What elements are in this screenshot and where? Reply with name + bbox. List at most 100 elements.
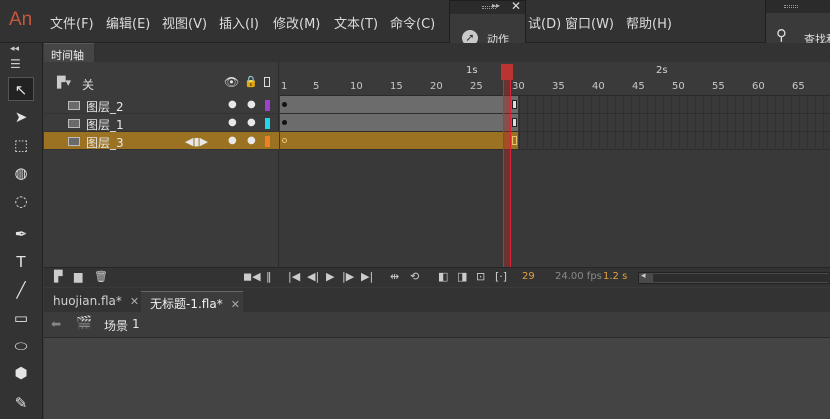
current-frame[interactable]: 29 xyxy=(522,271,535,282)
new-folder-icon[interactable]: ▆ xyxy=(74,270,82,283)
selection-tool-icon[interactable]: ↖ xyxy=(8,77,34,101)
panel-menu-icon[interactable]: ☰ xyxy=(10,57,21,71)
frame-span[interactable] xyxy=(280,132,518,149)
layer-row[interactable]: 图层_1 ● ● xyxy=(44,114,279,132)
lasso-tool-icon[interactable]: ◌ xyxy=(8,189,34,213)
visible-dot[interactable]: ● xyxy=(228,135,237,146)
loop-icon[interactable]: ⟲ xyxy=(410,270,419,283)
keyframe[interactable] xyxy=(282,120,287,125)
new-layer-icon[interactable]: ▛ xyxy=(54,270,62,283)
menu-window[interactable]: 窗口(W) xyxy=(565,13,614,32)
close-tab-icon[interactable]: ✕ xyxy=(130,295,139,308)
onion-outline-icon[interactable]: ◨ xyxy=(457,270,467,283)
layer-name[interactable]: 图层_2 xyxy=(86,98,124,115)
frame-grid[interactable]: 1s 2s 1 5 10 15 20 25 30 35 40 45 50 55 … xyxy=(280,62,830,267)
elapsed-time[interactable]: 1.2 s xyxy=(603,271,627,282)
document-tab-label[interactable]: 无标题-1.fla* xyxy=(150,297,223,311)
menu-commands[interactable]: 命令(C) xyxy=(390,13,435,32)
layer-color-swatch[interactable] xyxy=(265,118,270,129)
frame-row[interactable] xyxy=(280,96,830,114)
visible-dot[interactable]: ● xyxy=(228,99,237,110)
timeline-scrollbar[interactable]: ◂ xyxy=(638,271,830,284)
onion-markers-icon[interactable]: [·] xyxy=(495,270,507,283)
close-tab-icon[interactable]: ✕ xyxy=(231,298,240,311)
menu-view[interactable]: 视图(V) xyxy=(162,13,207,32)
frame-span[interactable] xyxy=(280,114,518,131)
frame-ruler[interactable]: 1s 2s 1 5 10 15 20 25 30 35 40 45 50 55 … xyxy=(280,62,830,96)
free-transform-tool-icon[interactable]: ⬚ xyxy=(8,133,34,157)
visible-dot[interactable]: ● xyxy=(228,117,237,128)
onion-skin-icon[interactable]: ◧ xyxy=(438,270,448,283)
center-frame-icon[interactable]: ⇹ xyxy=(390,270,399,283)
end-frame[interactable] xyxy=(512,100,517,109)
step-forward-icon[interactable]: |▶ xyxy=(342,270,354,283)
frame-row[interactable] xyxy=(280,114,830,132)
end-frame[interactable] xyxy=(512,118,517,127)
delete-icon[interactable]: 🗑 xyxy=(94,270,108,283)
scene-label[interactable]: 场景 xyxy=(104,317,128,334)
layer-name[interactable]: 图层_3 xyxy=(86,134,124,151)
document-tab-active[interactable]: 无标题-1.fla* ✕ xyxy=(141,291,243,312)
text-tool-icon[interactable]: T xyxy=(8,250,34,274)
scrollbar-thumb[interactable] xyxy=(653,274,830,282)
menu-debug[interactable]: 试(D) xyxy=(528,13,561,32)
ruler-second-label: 1s xyxy=(466,65,478,76)
frame-row-selected[interactable] xyxy=(280,132,830,150)
outline-icon[interactable] xyxy=(264,77,270,87)
ruler-number: 25 xyxy=(470,81,483,92)
expand-icon[interactable]: ▸▸ xyxy=(492,1,500,10)
menu-insert[interactable]: 插入(I) xyxy=(219,13,259,32)
lock-dot[interactable]: ● xyxy=(247,99,256,110)
layer-row[interactable]: 图层_2 ● ● xyxy=(44,96,279,114)
go-first-icon[interactable]: |◀ xyxy=(288,270,300,283)
find-replace-icon[interactable]: ⚲ xyxy=(776,26,787,44)
stage-area[interactable] xyxy=(44,338,830,419)
brush-tool-icon[interactable]: ✎ xyxy=(8,391,34,415)
frame-span[interactable] xyxy=(280,96,518,113)
3d-rotation-tool-icon[interactable]: ◍ xyxy=(8,161,34,185)
document-tab[interactable]: huojian.fla* ✕ xyxy=(44,291,141,312)
oval-tool-icon[interactable]: ⬭ xyxy=(8,334,34,358)
menu-modify[interactable]: 修改(M) xyxy=(273,13,320,32)
back-arrow-icon[interactable]: ⬅ xyxy=(51,317,61,331)
actions-panel-titlebar[interactable]: ▸▸ ✕ xyxy=(450,0,525,14)
edit-multiple-icon[interactable]: ⊡ xyxy=(476,270,485,283)
show-hide-icon[interactable]: 👁 xyxy=(224,75,239,89)
rectangle-tool-icon[interactable]: ▭ xyxy=(8,306,34,330)
play-icon[interactable]: ▶ xyxy=(326,270,334,283)
keyframe[interactable] xyxy=(282,102,287,107)
menu-help[interactable]: 帮助(H) xyxy=(626,13,672,32)
lock-dot[interactable]: ● xyxy=(247,135,256,146)
close-icon[interactable]: ✕ xyxy=(511,0,521,13)
find-panel-titlebar[interactable] xyxy=(766,0,830,13)
menu-text[interactable]: 文本(T) xyxy=(334,13,378,32)
layer-row-selected[interactable]: 图层_3 ◀▮▶ ● ● xyxy=(44,132,279,150)
layer-color-swatch[interactable] xyxy=(265,136,270,147)
go-last-icon[interactable]: ▶| xyxy=(361,270,373,283)
layer-name[interactable]: 图层_1 xyxy=(86,116,124,133)
menu-edit[interactable]: 编辑(E) xyxy=(106,13,150,32)
menu-file[interactable]: 文件(F) xyxy=(50,13,94,32)
end-frame[interactable] xyxy=(512,136,517,145)
collapse-icon[interactable]: ◂◂ xyxy=(10,44,19,54)
playhead[interactable] xyxy=(503,64,511,267)
pencil-edit-icon[interactable]: ◀▮▶ xyxy=(185,135,208,148)
ruler-number: 50 xyxy=(672,81,685,92)
document-tab-label[interactable]: huojian.fla* xyxy=(53,294,122,308)
blank-keyframe[interactable] xyxy=(282,138,287,143)
lock-dot[interactable]: ● xyxy=(247,117,256,128)
frame-rate[interactable]: 24.00 fps xyxy=(555,271,602,282)
polystar-tool-icon[interactable]: ⬢ xyxy=(8,361,34,385)
step-back-icon[interactable]: ◀| xyxy=(307,270,319,283)
camera-icon[interactable]: ◼◀ xyxy=(243,270,261,283)
layer-color-swatch[interactable] xyxy=(265,100,270,111)
subselection-tool-icon[interactable]: ➤ xyxy=(8,105,34,129)
timeline-tab[interactable]: 时间轴 xyxy=(44,43,94,62)
line-tool-icon[interactable]: ╱ xyxy=(8,278,34,302)
lock-icon[interactable]: 🔒 xyxy=(244,75,258,88)
pen-tool-icon[interactable]: ✒ xyxy=(8,222,34,246)
scene-number[interactable]: 1 xyxy=(132,317,140,331)
layer-menu-icon[interactable]: ▛▾ xyxy=(57,76,71,89)
scroll-left-icon[interactable]: ◂ xyxy=(641,271,646,281)
playhead-handle[interactable] xyxy=(501,64,513,80)
